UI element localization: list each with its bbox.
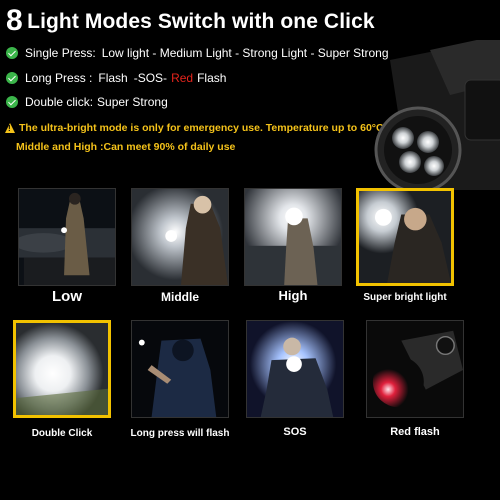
single-press-line: Single Press: Low light - Medium Light -… <box>6 46 389 60</box>
warning-line: The ultra-bright mode is only for emerge… <box>5 122 384 134</box>
single-press-label: Single Press: <box>25 46 96 60</box>
super-bright-mode-image <box>356 188 454 286</box>
high-mode-image <box>244 188 342 286</box>
double-click-line: Double click: Super Strong <box>6 95 168 109</box>
tile-label-sos: SOS <box>283 426 307 438</box>
low-mode-image <box>18 188 116 286</box>
page-title: 8 Light Modes Switch with one Click <box>6 4 375 38</box>
long-press-red-flash: Flash <box>197 71 227 85</box>
tile-label-low: Low <box>52 288 82 305</box>
tile-label-super-bright: Super bright light <box>363 292 447 303</box>
check-icon <box>6 96 18 108</box>
middle-mode-image <box>131 188 229 286</box>
tile-label-double-click: Double Click <box>31 428 93 439</box>
long-press-sos: -SOS- <box>133 71 168 85</box>
check-icon <box>6 47 18 59</box>
warning-text: The ultra-bright mode is only for emerge… <box>19 122 384 134</box>
title-text: Light Modes Switch with one Click <box>27 10 375 33</box>
tile-label-long-press: Long press will flash <box>130 428 230 439</box>
long-press-red: Red <box>171 71 194 85</box>
single-press-sequence: Low light - Medium Light - Strong Light … <box>101 46 389 60</box>
long-press-label: Long Press : <box>25 71 93 85</box>
double-click-label: Double click: <box>25 95 94 109</box>
red-flash-mode-image <box>366 320 464 418</box>
double-click-value: Super Strong <box>97 95 168 109</box>
double-click-mode-image <box>13 320 111 418</box>
sos-mode-image <box>246 320 344 418</box>
long-press-line: Long Press : Flash -SOS- Red Flash <box>6 71 226 85</box>
flashlight-product-image <box>374 40 500 190</box>
warning-icon <box>5 123 15 133</box>
mode-count: 8 <box>6 4 23 37</box>
tile-label-high: High <box>278 288 308 303</box>
long-press-flash-image <box>131 320 229 418</box>
long-press-flash: Flash <box>98 71 128 85</box>
check-icon <box>6 72 18 84</box>
tile-label-red-flash: Red flash <box>390 426 440 438</box>
daily-use-note: Middle and High :Can meet 90% of daily u… <box>16 141 236 153</box>
tile-label-middle: Middle <box>161 290 199 304</box>
